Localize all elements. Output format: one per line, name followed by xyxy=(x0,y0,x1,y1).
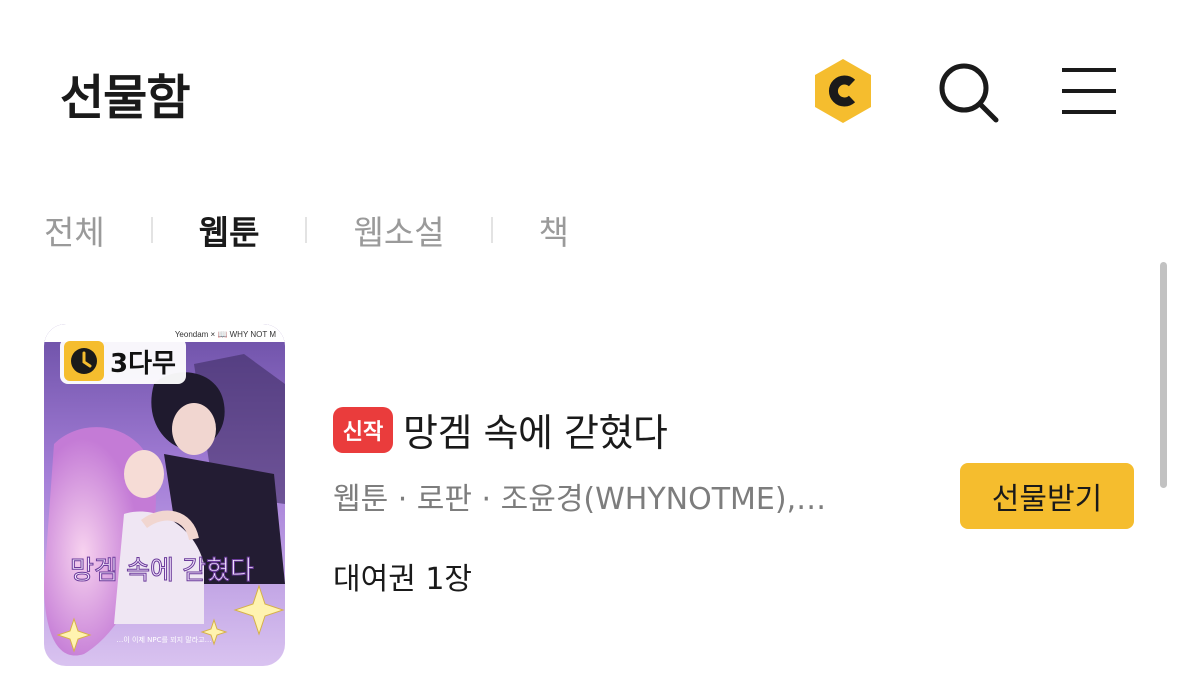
search-button[interactable] xyxy=(934,60,1004,126)
new-badge: 신작 xyxy=(333,406,393,453)
app-header: 선물함 xyxy=(0,0,1179,180)
category-tabs: 전체 웹툰 웹소설 책 xyxy=(44,205,569,255)
item-title: 망겜 속에 갇혔다 xyxy=(403,411,668,455)
coin-icon xyxy=(815,59,871,123)
tab-divider xyxy=(490,217,493,243)
hamburger-menu-icon xyxy=(1062,68,1116,114)
wait-free-badge: 3다무 xyxy=(60,338,186,384)
clock-icon xyxy=(64,341,104,381)
tab-webnovel[interactable]: 웹소설 xyxy=(353,206,444,254)
search-icon xyxy=(939,63,999,123)
gift-list-item: Yeondam × 📖 WHY NOT M 망겜 속에 갇혔다 …이 이제 NP… xyxy=(44,324,1144,669)
tab-divider xyxy=(305,217,308,243)
cover-publisher: Yeondam × 📖 WHY NOT M xyxy=(175,330,277,339)
scrollbar-thumb[interactable] xyxy=(1160,262,1167,488)
menu-button[interactable] xyxy=(1058,62,1120,120)
wait-free-label: 3다무 xyxy=(110,348,176,379)
tab-webtoon[interactable]: 웹툰 xyxy=(199,206,260,254)
cover-thumbnail[interactable]: Yeondam × 📖 WHY NOT M 망겜 속에 갇혔다 …이 이제 NP… xyxy=(44,324,285,666)
tab-all[interactable]: 전체 xyxy=(44,206,105,254)
page-title: 선물함 xyxy=(60,70,190,126)
coin-button[interactable] xyxy=(808,56,878,126)
rental-ticket-count: 대여권 1장 xyxy=(333,562,473,597)
cover-subtitle: …이 이제 NPC를 꾀지 말라고… xyxy=(116,635,211,644)
tab-divider xyxy=(150,217,153,243)
receive-gift-button[interactable]: 선물받기 xyxy=(960,463,1134,529)
item-title-row[interactable]: 신작 망겜 속에 갇혔다 xyxy=(333,402,668,457)
item-meta: 웹툰 · 로판 · 조윤경(WHYNOTME),… xyxy=(333,482,827,517)
cover-title: 망겜 속에 갇혔다 xyxy=(70,556,254,586)
tab-book[interactable]: 책 xyxy=(539,206,569,254)
